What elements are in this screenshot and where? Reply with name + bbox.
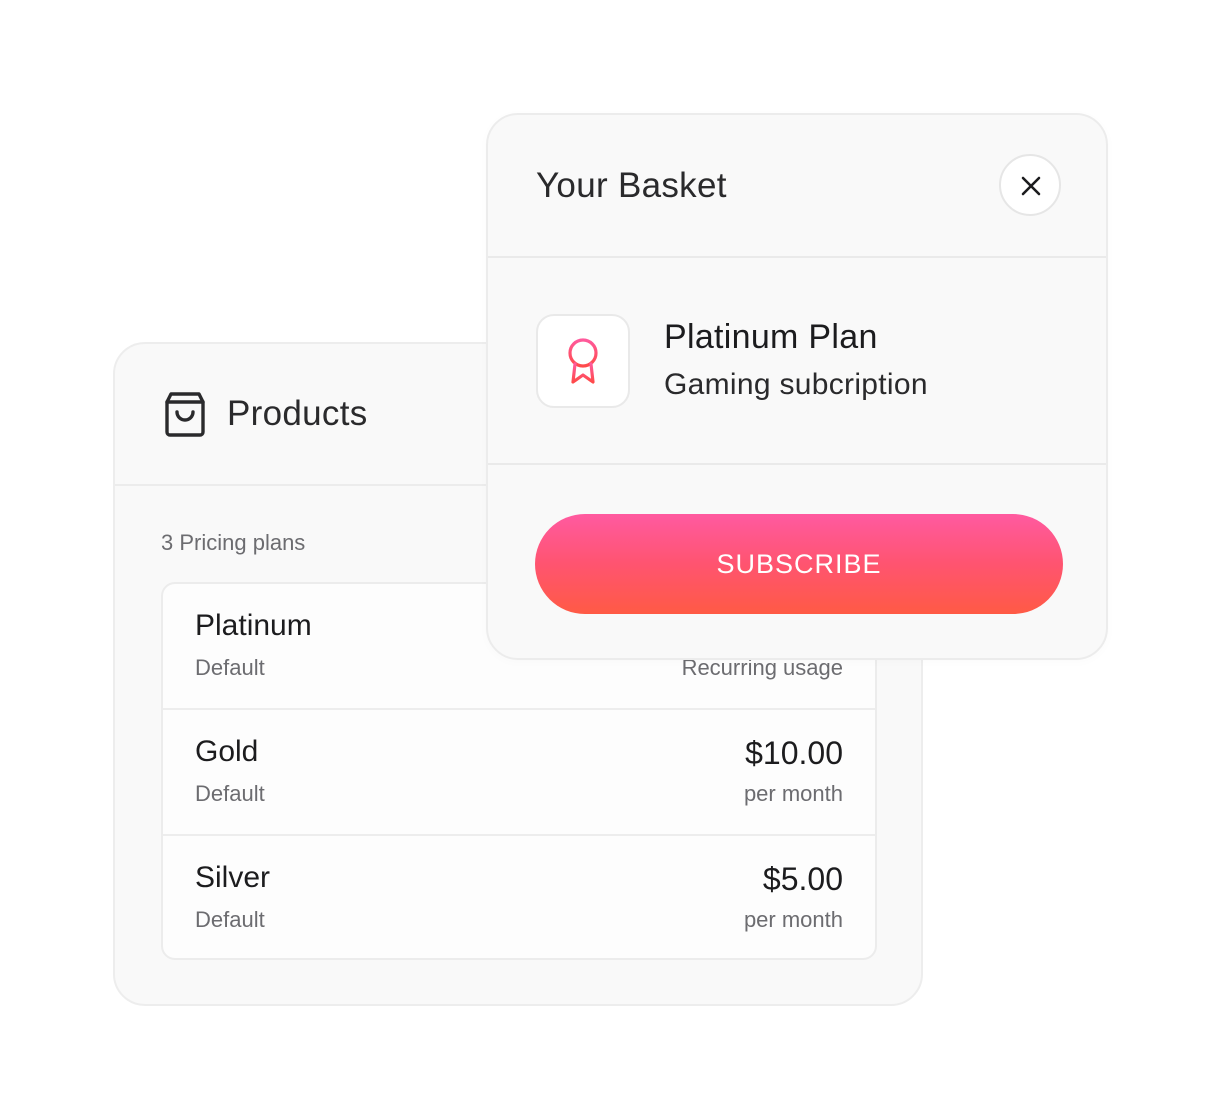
- award-ribbon-icon: [568, 338, 598, 384]
- basket-item-description: Gaming subcription: [664, 368, 928, 401]
- plan-type: Default: [195, 655, 265, 680]
- basket-item-name: Platinum Plan: [664, 318, 878, 356]
- shopping-bag-icon: [163, 390, 207, 438]
- plan-period: per month: [743, 781, 843, 806]
- close-icon: [1021, 176, 1041, 196]
- plan-price: $10.00: [745, 735, 843, 771]
- products-title: Products: [227, 394, 368, 433]
- close-button[interactable]: [999, 154, 1061, 216]
- plan-type: Default: [195, 907, 265, 932]
- basket-item: Platinum Plan Gaming subcription: [488, 258, 1106, 465]
- plan-row-silver[interactable]: Silver Default $5.00 per month: [163, 836, 875, 958]
- plan-name: Silver: [195, 861, 271, 894]
- basket-header: Your Basket: [488, 115, 1106, 258]
- subscribe-button[interactable]: SUBSCRIBE: [535, 514, 1063, 614]
- basket-card: Your Basket Platinum Plan Gaming subcrip…: [486, 113, 1108, 660]
- plan-period: per month: [743, 907, 843, 932]
- plan-name: Platinum: [195, 609, 312, 642]
- plan-name: Gold: [195, 735, 259, 768]
- basket-title: Your Basket: [536, 166, 727, 205]
- plan-type: Default: [195, 781, 265, 806]
- item-icon-box: [536, 314, 630, 408]
- plan-price: $5.00: [762, 861, 843, 897]
- pricing-plans-count: 3 Pricing plans: [161, 530, 306, 555]
- plan-row-gold[interactable]: Gold Default $10.00 per month: [163, 710, 875, 836]
